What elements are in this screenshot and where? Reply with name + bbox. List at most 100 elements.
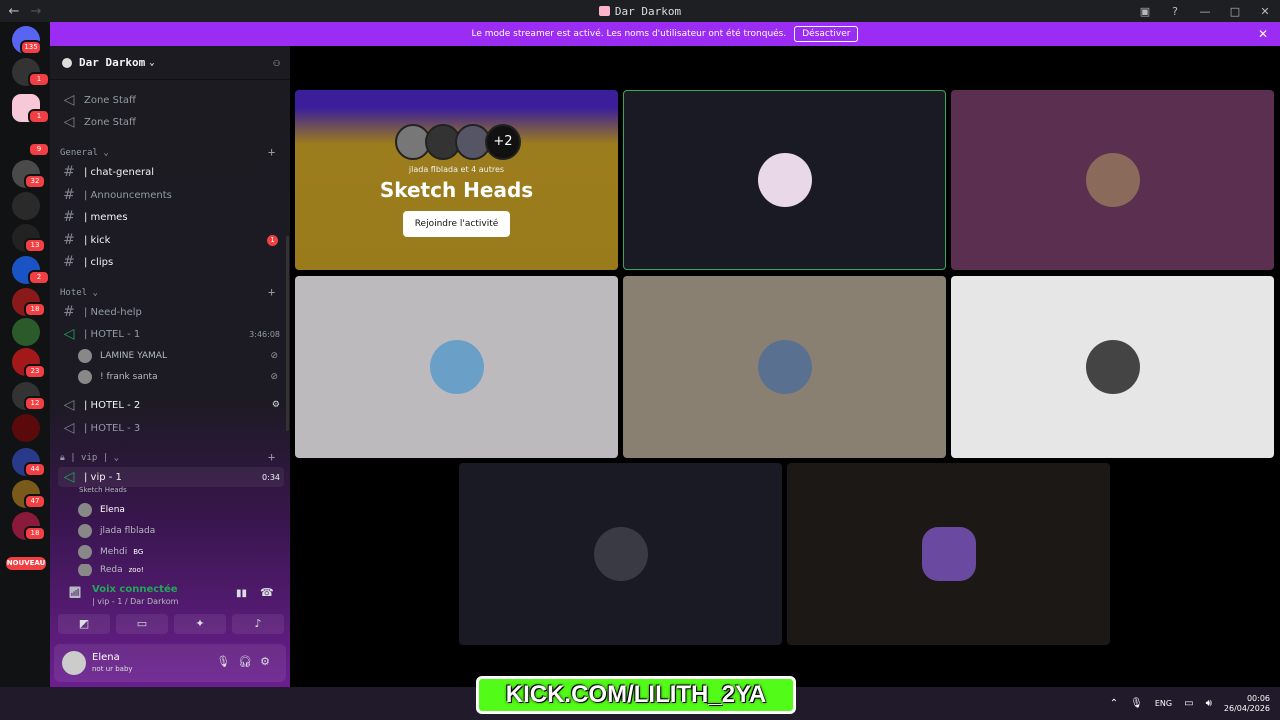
voice-hotel-3[interactable]: ◁ | HOTEL - 3 [58, 418, 284, 438]
avatar [78, 524, 92, 538]
headphones-icon[interactable]: 🎧︎ [238, 655, 260, 668]
category-hotel[interactable]: Hotel ⌄ + [60, 285, 275, 299]
microphone-icon[interactable]: 🎙︎ [1130, 698, 1143, 709]
invite-icon[interactable]: ⚇ [273, 56, 280, 69]
inbox-icon[interactable]: ▣ [1130, 5, 1160, 18]
category-vip[interactable]: 🔒︎ | vip | ⌄ + [60, 450, 275, 464]
close-banner-icon[interactable]: ✕ [1258, 27, 1268, 41]
maximize-button[interactable]: □ [1220, 5, 1250, 18]
clock[interactable]: 00:06 26/04/2026 [1224, 694, 1270, 714]
participant-avatars: +2 [395, 124, 521, 160]
voice-user-reda[interactable]: Reda zoo! [78, 564, 278, 576]
network-icon[interactable]: ▭ [1184, 698, 1193, 709]
speaker-icon: ◁ [63, 114, 75, 130]
voice-hotel-1[interactable]: ◁ | HOTEL - 1 3:46:08 [58, 324, 284, 344]
chevron-up-icon[interactable]: ⌃ [1110, 698, 1118, 709]
badge-11: 12 [24, 396, 46, 411]
mic-icon[interactable]: 🎙︎ [216, 655, 238, 668]
noise-suppression-icon[interactable]: ▮▮ [236, 588, 247, 599]
join-activity-button[interactable]: Rejoindre l'activité [403, 211, 510, 237]
voice-stage: +2 jlada flblada et 4 autres Sketch Head… [290, 46, 1280, 687]
participant-tile[interactable] [951, 276, 1274, 458]
voice-user-mehdi[interactable]: Mehdi BG [78, 543, 278, 561]
server-icon [598, 5, 610, 16]
badge-10: 23 [24, 364, 46, 379]
more-count: +2 [485, 124, 521, 160]
user-status: not ur baby [92, 665, 133, 673]
badge-4: 32 [24, 174, 46, 189]
channel-memes[interactable]: # | memes [58, 207, 284, 227]
server-list: 135 1 1 9 32 13 2 18 23 12 44 47 18 NOUV… [0, 22, 50, 687]
voice-user-elena[interactable]: Elena [78, 501, 278, 519]
speaker-icon: ◁ [63, 92, 75, 108]
participant-tile[interactable] [787, 463, 1110, 645]
voice-connected-panel: 📶︎ Voix connectée | vip - 1 / Dar Darkom… [50, 576, 290, 636]
user-name: Elena [92, 652, 120, 663]
channel-chat-general[interactable]: # | chat-general [58, 162, 284, 182]
channel-need-help[interactable]: # | Need-help [58, 302, 284, 322]
avatar [78, 545, 92, 559]
settings-icon[interactable]: ⚙ [260, 655, 278, 668]
badge-1: 1 [28, 72, 50, 87]
disconnect-icon[interactable]: ☎ [260, 586, 274, 599]
voice-vip-1[interactable]: ◁ | vip - 1 0:34 [58, 467, 284, 487]
screen-share-button[interactable]: ▭ [116, 614, 168, 634]
server-icon-12[interactable] [12, 414, 40, 442]
voice-user-1[interactable]: LAMINE YAMAL ⊘ [78, 347, 278, 365]
server-header[interactable]: Dar Darkom ⌄ ⚇ [50, 46, 290, 80]
add-channel-icon[interactable]: + [268, 145, 275, 159]
participant-tile[interactable] [295, 276, 618, 458]
disable-streamer-button[interactable]: Désactiver [794, 26, 859, 42]
language-indicator[interactable]: ENG [1155, 699, 1172, 708]
chevron-down-icon: ⌄ [149, 57, 155, 68]
new-badge: NOUVEAU [6, 557, 46, 570]
participant-tile[interactable] [623, 276, 946, 458]
badge-8: 18 [24, 302, 46, 317]
category-general[interactable]: General ⌄ + [60, 145, 275, 159]
window-title: Dar Darkom [0, 5, 1280, 18]
channel-kick[interactable]: # | kick 1 [58, 230, 284, 250]
channel-zone-staff-2[interactable]: ◁ Zone Staff [58, 112, 284, 132]
server-icon-5[interactable] [12, 192, 40, 220]
channel-announcements[interactable]: # | Announcements [58, 185, 284, 205]
channel-label: Zone Staff [84, 94, 136, 106]
speaker-icon: ◁ [63, 420, 75, 436]
participant-tile[interactable] [951, 90, 1274, 270]
voice-user-2[interactable]: ! frank santa ⊘ [78, 368, 278, 386]
voice-hotel-2[interactable]: ◁ | HOTEL - 2 ⚙ [58, 395, 284, 415]
close-window-button[interactable]: ✕ [1250, 5, 1280, 18]
volume-icon[interactable]: 🔊︎ [1206, 698, 1212, 709]
participant-tile[interactable] [459, 463, 782, 645]
badge-3: 9 [28, 142, 50, 157]
streamer-mode-banner: Le mode streamer est activé. Les noms d'… [50, 22, 1280, 46]
user-avatar[interactable] [62, 651, 86, 675]
activity-tile[interactable]: +2 jlada flblada et 4 autres Sketch Head… [295, 90, 618, 270]
soundboard-button[interactable]: ♪ [232, 614, 284, 634]
minimize-button[interactable]: — [1190, 5, 1220, 18]
server-icon-9[interactable] [12, 318, 40, 346]
user-panel: Elena not ur baby 🎙︎🎧︎⚙ [54, 644, 286, 682]
avatar [921, 527, 976, 581]
voice-user-jlada[interactable]: jlada flblada [78, 522, 278, 540]
channel-clips[interactable]: # | clips [58, 252, 284, 272]
deafened-icon: ⊘ [270, 351, 278, 361]
camera-button[interactable]: ◩ [58, 614, 110, 634]
activity-participants: jlada flblada et 4 autres [408, 165, 505, 174]
channel-sidebar: Dar Darkom ⌄ ⚇ ◁ Zone Staff ◁ Zone Staff G… [50, 46, 290, 687]
help-icon[interactable]: ? [1160, 5, 1190, 18]
deafened-icon: ⊘ [270, 372, 278, 382]
channel-zone-staff-1[interactable]: ◁ Zone Staff [58, 90, 284, 110]
speaker-icon: ◁ [63, 397, 75, 413]
participant-tile[interactable] [623, 90, 946, 270]
sidebar-scrollbar[interactable] [286, 236, 289, 431]
add-channel-icon[interactable]: + [268, 285, 275, 299]
add-channel-icon[interactable]: + [268, 450, 275, 464]
avatar [78, 564, 92, 576]
activities-button[interactable]: ✦ [174, 614, 226, 634]
channel-settings-icon[interactable]: ⚙ [272, 400, 280, 410]
avatar [429, 340, 484, 394]
speaker-icon: ◁ [63, 326, 75, 342]
system-tray: ⌃ 🎙︎ ENG ▭ 🔊︎ 00:06 26/04/2026 [1098, 687, 1270, 720]
badge-2: 1 [28, 109, 50, 124]
hash-icon: # [63, 164, 75, 180]
